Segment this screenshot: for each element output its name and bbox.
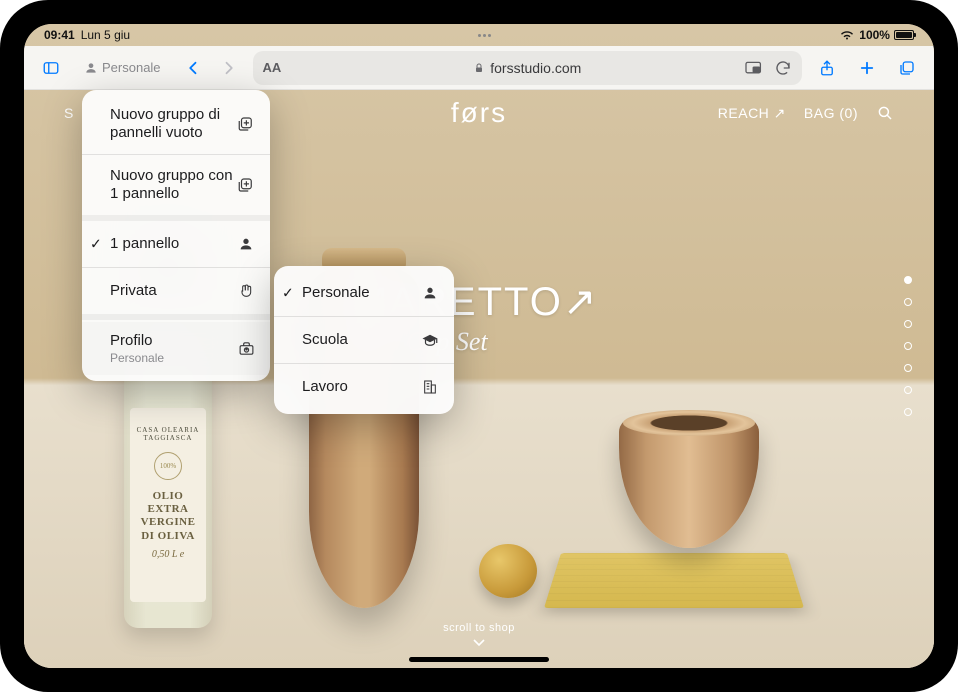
menu-private[interactable]: Privata <box>82 270 270 312</box>
forward-button <box>211 51 245 85</box>
status-date: Lun 5 giu <box>81 28 130 42</box>
status-bar: 09:41 Lun 5 giu 100% <box>24 24 934 46</box>
share-button[interactable] <box>810 51 844 85</box>
bottle-volume: 0,50 L e <box>152 549 184 560</box>
tabs-overview-button[interactable] <box>890 51 924 85</box>
page-indicator[interactable] <box>904 276 912 416</box>
menu-item-label: Personale <box>302 284 420 302</box>
bottle-line2: VERGINE <box>141 516 196 529</box>
lock-icon <box>473 61 485 75</box>
checkmark-icon: ✓ <box>282 285 294 302</box>
person-icon <box>420 285 440 301</box>
pip-icon[interactable] <box>744 60 764 76</box>
menu-item-label: 1 pannello <box>110 235 236 253</box>
menu-item-label: Nuovo gruppo di pannelli vuoto <box>110 106 236 142</box>
building-icon <box>420 379 440 395</box>
profile-option-lavoro[interactable]: Lavoro <box>274 366 454 408</box>
address-bar[interactable]: AA forsstudio.com <box>253 51 802 85</box>
checkmark-icon: ✓ <box>90 236 102 253</box>
site-bag-link[interactable]: BAG (0) <box>804 105 858 121</box>
bottle-line1: OLIO EXTRA <box>134 490 202 516</box>
battery-pct: 100% <box>859 28 890 42</box>
scroll-cue[interactable]: scroll to shop <box>24 622 934 648</box>
tab-groups-menu: Nuovo gruppo di pannelli vuoto Nuovo gru… <box>82 90 270 381</box>
fruit-graphic <box>479 544 537 598</box>
cup-graphic <box>619 418 759 548</box>
menu-item-label: Scuola <box>302 331 420 349</box>
site-nav-left[interactable]: S <box>64 105 74 121</box>
menu-item-label: Nuovo gruppo con 1 pannello <box>110 167 236 203</box>
napkin-graphic <box>544 553 804 608</box>
person-icon <box>84 61 98 75</box>
status-time: 09:41 <box>44 28 75 42</box>
menu-new-group-with-one-tab[interactable]: Nuovo gruppo con 1 pannello <box>82 157 270 213</box>
safari-toolbar: Personale AA forsstudio.com <box>24 46 934 90</box>
hand-privacy-icon <box>236 283 256 299</box>
bottle-brand: CASA OLEARIA TAGGIASCA <box>134 426 202 442</box>
graduation-cap-icon <box>420 332 440 348</box>
briefcase-icon <box>236 340 256 357</box>
home-indicator[interactable] <box>409 657 549 662</box>
bottle-seal: 100% <box>154 452 182 480</box>
profile-option-personale[interactable]: ✓ Personale <box>274 272 454 314</box>
sidebar-toggle-button[interactable] <box>34 51 68 85</box>
tab-group-plus-icon <box>236 115 256 133</box>
menu-item-label: Profilo Personale <box>110 332 236 365</box>
profile-indicator[interactable]: Personale <box>76 54 169 82</box>
chevron-down-icon <box>472 638 486 648</box>
menu-item-label: Privata <box>110 282 236 300</box>
site-reach-link[interactable]: REACH ↗ <box>718 105 786 122</box>
new-tab-button[interactable] <box>850 51 884 85</box>
multitask-indicator <box>455 34 515 37</box>
wifi-icon <box>839 30 855 41</box>
battery-icon <box>894 30 914 40</box>
search-icon[interactable] <box>876 104 894 122</box>
profile-option-scuola[interactable]: Scuola <box>274 319 454 361</box>
reload-icon[interactable] <box>774 59 792 77</box>
bottle-line3: DI OLIVA <box>141 530 195 543</box>
scroll-label: scroll to shop <box>443 622 515 634</box>
reader-aa-icon[interactable]: AA <box>263 60 282 75</box>
back-button[interactable] <box>177 51 211 85</box>
profile-submenu: ✓ Personale Scuola Lavoro <box>274 266 454 414</box>
url-host: forsstudio.com <box>490 60 581 76</box>
menu-profile[interactable]: Profilo Personale <box>82 322 270 375</box>
person-icon <box>236 236 256 252</box>
tab-group-plus-icon <box>236 176 256 194</box>
menu-new-empty-tab-group[interactable]: Nuovo gruppo di pannelli vuoto <box>82 96 270 152</box>
menu-one-tab[interactable]: ✓ 1 pannello <box>82 223 270 265</box>
profile-label: Personale <box>102 60 161 75</box>
menu-item-label: Lavoro <box>302 378 420 396</box>
